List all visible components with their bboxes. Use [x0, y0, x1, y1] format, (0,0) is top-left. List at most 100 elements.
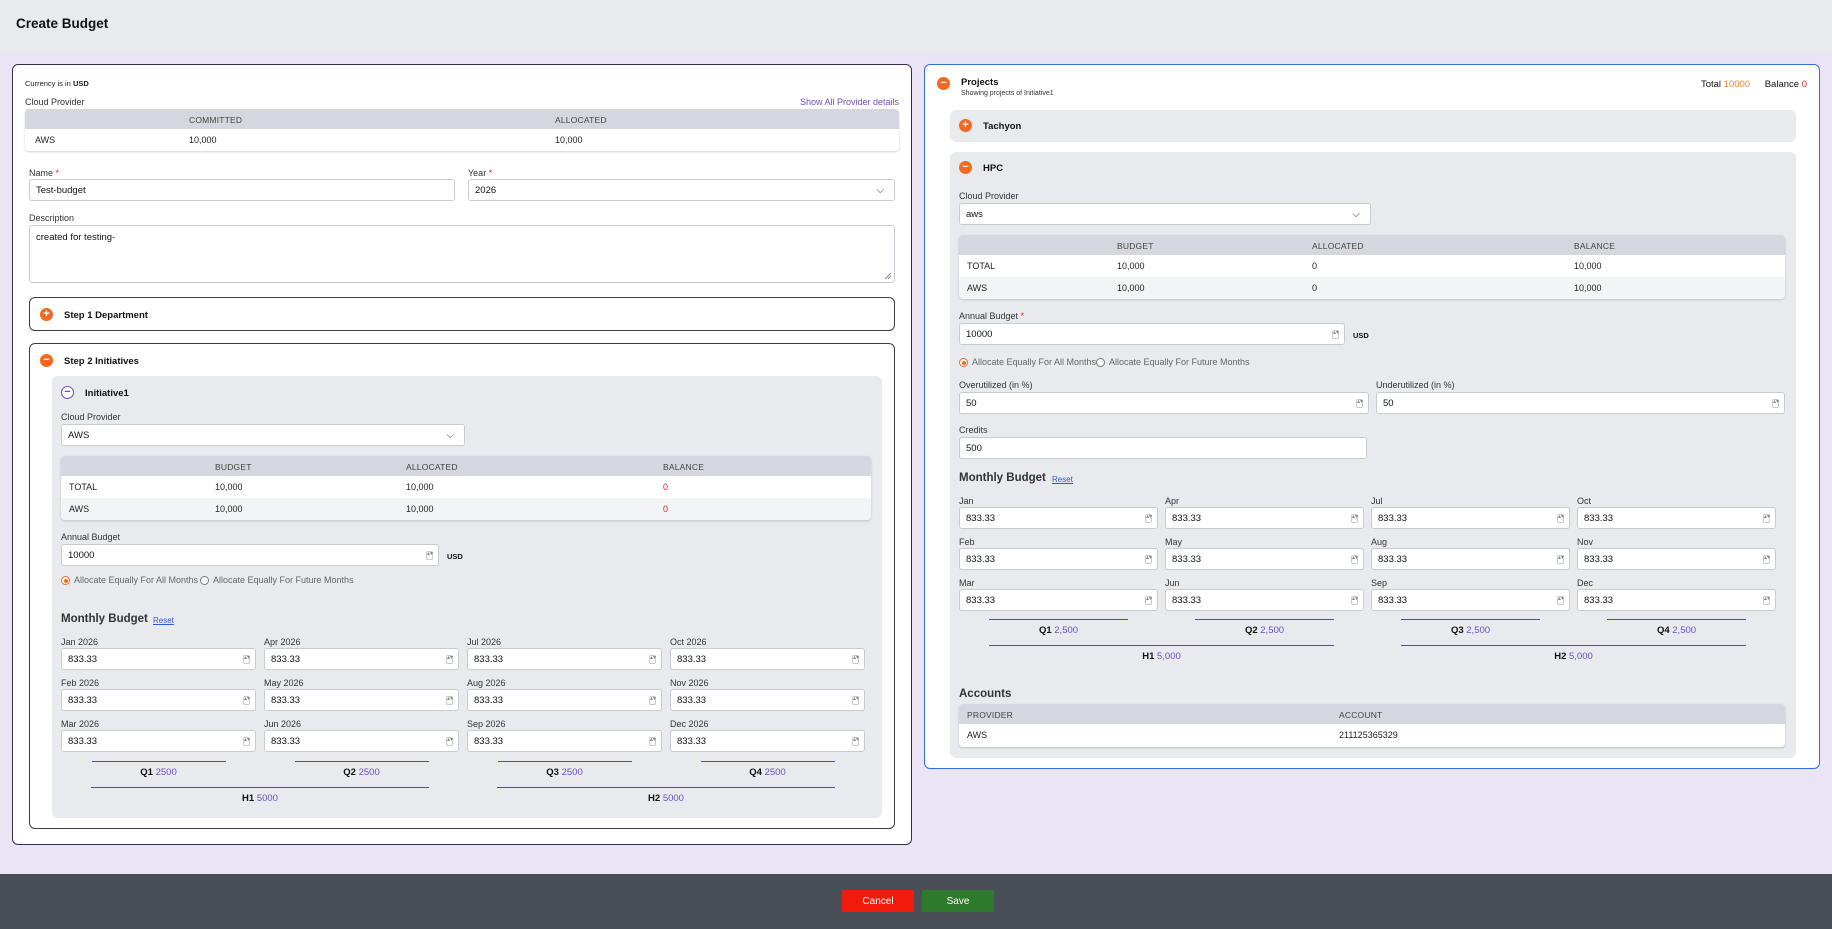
stepper-icon[interactable]: ▴▾ [446, 737, 453, 746]
stepper-icon[interactable]: ▴▾ [649, 696, 656, 705]
year-label-text: Year [468, 168, 487, 178]
project-tachyon[interactable]: + Tachyon [950, 110, 1796, 142]
month-input[interactable]: 833.33 ▴▾ [1577, 589, 1776, 611]
credits-input[interactable]: 500 [959, 437, 1367, 459]
month-input[interactable]: 833.33 ▴▾ [959, 507, 1158, 529]
stepper-icon[interactable]: ▴▾ [1145, 555, 1152, 564]
stepper-icon[interactable]: ▴▾ [1145, 514, 1152, 523]
stepper-icon[interactable]: ▴▾ [1145, 596, 1152, 605]
stepper-icon[interactable]: ▴▾ [243, 655, 250, 664]
month-input[interactable]: 833.33 ▴▾ [1165, 507, 1364, 529]
allocate-future-radio[interactable] [1096, 358, 1105, 367]
half-divider [1401, 645, 1746, 646]
stepper-icon[interactable]: ▴▾ [446, 655, 453, 664]
month-input[interactable]: 833.33 ▴▾ [264, 730, 459, 752]
top-bar: Create Budget [0, 0, 1832, 52]
month-input[interactable]: 833.33 ▴▾ [264, 689, 459, 711]
allocate-all-radio[interactable] [959, 358, 968, 367]
month-input[interactable]: 833.33 ▴▾ [670, 689, 865, 711]
stepper-icon[interactable]: ▴▾ [1351, 596, 1358, 605]
month-input[interactable]: 833.33 ▴▾ [1371, 507, 1570, 529]
reset-link[interactable]: Reset [153, 616, 174, 625]
show-all-provider-details-link[interactable]: Show All Provider details [800, 97, 899, 107]
collapse-minus-icon[interactable]: − [937, 77, 950, 90]
stepper-icon[interactable]: ▴▾ [1557, 555, 1564, 564]
collapse-minus-icon[interactable]: − [959, 161, 972, 174]
month-input[interactable]: 833.33 ▴▾ [61, 648, 256, 670]
month-input[interactable]: 833.33 ▴▾ [467, 730, 662, 752]
description-textarea[interactable]: created for testing- [29, 225, 895, 283]
tachyon-title: Tachyon [983, 121, 1022, 132]
expand-plus-icon[interactable]: + [40, 308, 53, 321]
stepper-icon[interactable]: ▴▾ [1557, 596, 1564, 605]
month-input[interactable]: 833.33 ▴▾ [467, 689, 662, 711]
month-input[interactable]: 833.33 ▴▾ [1165, 589, 1364, 611]
hpc-annual-budget-input[interactable]: 10000 ▴▾ [959, 323, 1345, 345]
stepper-icon[interactable]: ▴▾ [852, 737, 859, 746]
collapse-minus-icon[interactable]: − [40, 354, 53, 367]
underutilized-value: 50 [1383, 397, 1394, 409]
stepper-icon[interactable]: ▴▾ [1332, 330, 1339, 339]
table-header: PROVIDER ACCOUNT [959, 704, 1785, 724]
stepper-icon[interactable]: ▴▾ [1763, 514, 1770, 523]
initiative-card: − Initiative1 Cloud Provider AWS ⌵ BUDGE… [52, 376, 882, 818]
underutilized-input[interactable]: 50 ▴▾ [1376, 392, 1785, 414]
stepper-icon[interactable]: ▴▾ [649, 655, 656, 664]
month-input[interactable]: 833.33 ▴▾ [1165, 548, 1364, 570]
month-value: 833.33 [1378, 594, 1408, 606]
col-allocated: ALLOCATED [1312, 241, 1364, 251]
save-button[interactable]: Save [922, 890, 994, 912]
allocate-all-radio[interactable] [61, 576, 70, 585]
annual-budget-input[interactable]: 10000 ▴▾ [61, 544, 439, 566]
stepper-icon[interactable]: ▴▾ [446, 696, 453, 705]
stepper-icon[interactable]: ▴▾ [852, 696, 859, 705]
month-value: 833.33 [271, 735, 301, 747]
resize-handle-icon[interactable] [884, 272, 892, 280]
month-label: Dec [1577, 578, 1594, 588]
cell-budget: 10,000 [215, 482, 243, 492]
year-select[interactable]: 2026 ⌵ [468, 179, 895, 201]
quarter-label: Q4 [749, 767, 762, 778]
stepper-icon[interactable]: ▴▾ [1351, 514, 1358, 523]
initiative-cloud-provider-select[interactable]: AWS ⌵ [61, 424, 465, 446]
required-mark: * [1020, 311, 1025, 321]
month-input[interactable]: 833.33 ▴▾ [1577, 548, 1776, 570]
stepper-icon[interactable]: ▴▾ [1772, 399, 1779, 408]
expand-plus-icon[interactable]: + [959, 119, 972, 132]
half-divider [497, 787, 835, 788]
month-input[interactable]: 833.33 ▴▾ [670, 730, 865, 752]
stepper-icon[interactable]: ▴▾ [243, 737, 250, 746]
month-input[interactable]: 833.33 ▴▾ [61, 730, 256, 752]
stepper-icon[interactable]: ▴▾ [1351, 555, 1358, 564]
month-input[interactable]: 833.33 ▴▾ [1371, 548, 1570, 570]
stepper-icon[interactable]: ▴▾ [1356, 399, 1363, 408]
stepper-icon[interactable]: ▴▾ [1763, 596, 1770, 605]
stepper-icon[interactable]: ▴▾ [649, 737, 656, 746]
month-input[interactable]: 833.33 ▴▾ [264, 648, 459, 670]
annual-budget-label: Annual Budget [61, 532, 121, 542]
overutilized-input[interactable]: 50 ▴▾ [959, 392, 1369, 414]
stepper-icon[interactable]: ▴▾ [1557, 514, 1564, 523]
cancel-button[interactable]: Cancel [842, 890, 914, 912]
stepper-icon[interactable]: ▴▾ [1763, 555, 1770, 564]
month-input[interactable]: 833.33 ▴▾ [61, 689, 256, 711]
hpc-cloud-provider-select[interactable]: aws ⌵ [959, 203, 1371, 225]
month-input[interactable]: 833.33 ▴▾ [670, 648, 865, 670]
allocate-future-radio[interactable] [200, 576, 209, 585]
month-input[interactable]: 833.33 ▴▾ [1371, 589, 1570, 611]
collapse-minus-icon[interactable]: − [61, 386, 74, 399]
month-label: Sep [1371, 578, 1388, 588]
month-input[interactable]: 833.33 ▴▾ [1577, 507, 1776, 529]
stepper-icon[interactable]: ▴▾ [426, 551, 433, 560]
total-value: 10000 [1723, 79, 1751, 90]
allocate-future-label: Allocate Equally For Future Months [1109, 357, 1250, 367]
step1-department-section[interactable]: + Step 1 Department [29, 297, 895, 331]
month-input[interactable]: 833.33 ▴▾ [959, 548, 1158, 570]
month-input[interactable]: 833.33 ▴▾ [959, 589, 1158, 611]
month-input[interactable]: 833.33 ▴▾ [467, 648, 662, 670]
name-input[interactable]: Test-budget [29, 179, 455, 201]
project-hpc: − HPC Cloud Provider aws ⌵ BUDGET ALLOCA… [950, 152, 1796, 758]
stepper-icon[interactable]: ▴▾ [243, 696, 250, 705]
stepper-icon[interactable]: ▴▾ [852, 655, 859, 664]
reset-link[interactable]: Reset [1052, 475, 1073, 484]
